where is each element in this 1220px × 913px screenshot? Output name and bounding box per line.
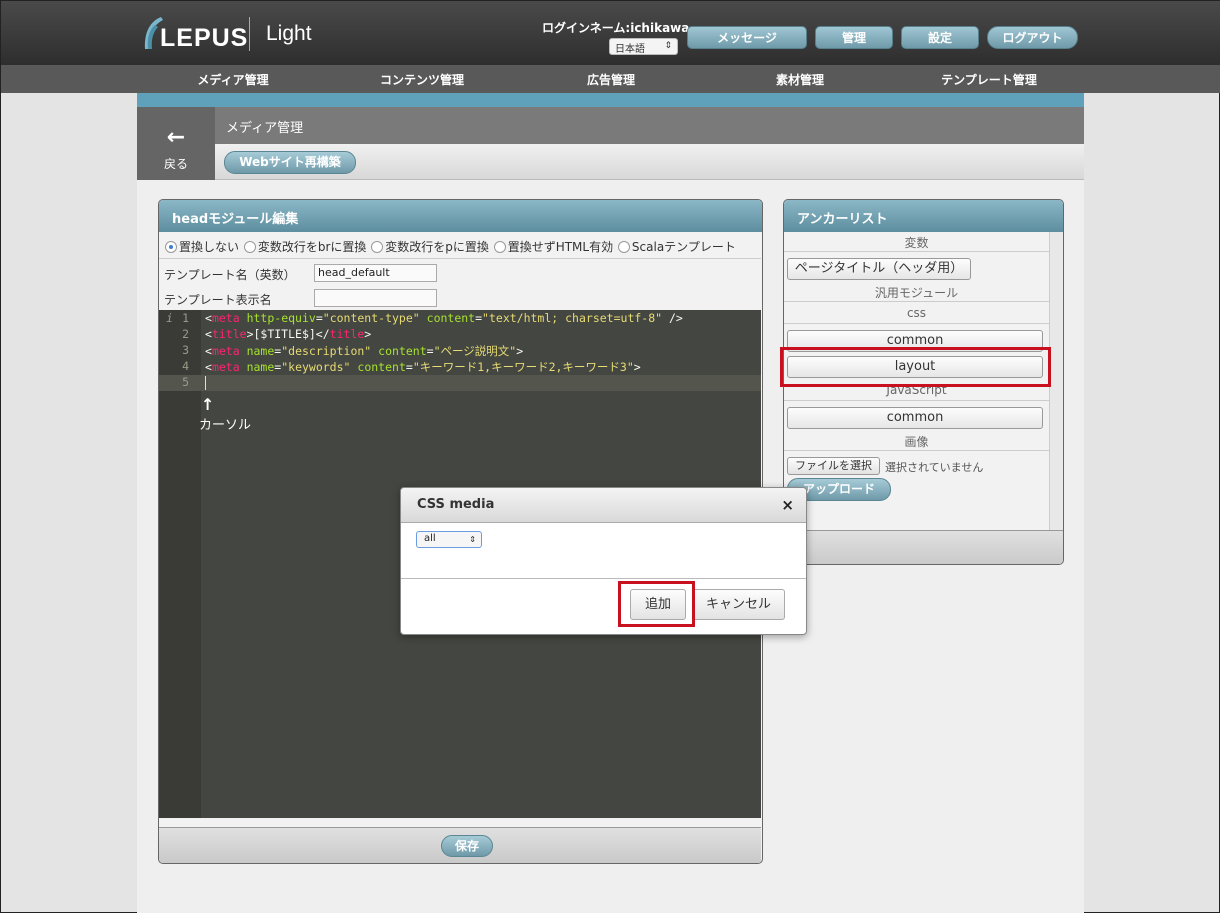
dialog-divider [401, 578, 806, 579]
radio-label: 変数改行をbrに置換 [257, 240, 367, 254]
anchor-panel-footer [784, 530, 1063, 564]
back-label: 戻る [163, 157, 188, 171]
radio-dot [165, 241, 177, 253]
product-name: Light [266, 22, 312, 45]
no-file-selected-text: 選択されていません [885, 461, 984, 474]
nav-item-templates[interactable]: テンプレート管理 [941, 71, 1037, 88]
nav-item-materials[interactable]: 素材管理 [776, 71, 824, 88]
code-line: 2 <title>[$TITLE$]</title> [159, 327, 761, 343]
line-number: 5 [182, 375, 189, 389]
main-nav: メディア管理 コンテンツ管理 広告管理 素材管理 テンプレート管理 [1, 65, 1220, 93]
back-arrow-icon: ← [166, 125, 186, 150]
radio-html-enabled[interactable]: 置換せずHTML有効 [493, 238, 614, 255]
nav-item-ads[interactable]: 広告管理 [587, 71, 635, 88]
select-arrows-icon: ⇕ [469, 535, 476, 544]
highlight-layout-box [780, 347, 1051, 387]
radio-p-replace[interactable]: 変数改行をpに置換 [371, 238, 489, 255]
editor-panel-footer: 保存 [159, 827, 761, 863]
template-display-name-label: テンプレート表示名 [164, 293, 272, 307]
radio-scala-template[interactable]: Scalaテンプレート [617, 238, 736, 255]
radio-dot [243, 241, 256, 253]
dialog-title: CSS media [401, 488, 806, 523]
highlight-add-box [618, 581, 695, 627]
sub-toolbar: Webサイト再構築 [215, 144, 1084, 180]
code-line: i 1 <meta http-equiv="content-type" conten… [159, 311, 761, 327]
logo-text: LEPUS [160, 24, 249, 52]
text-cursor [205, 376, 206, 390]
anchor-list-scrollbar[interactable] [1049, 232, 1063, 530]
messages-button[interactable]: メッセージ [687, 26, 807, 49]
template-name-label: テンプレート名（英数） [164, 268, 296, 282]
radio-br-replace[interactable]: 変数改行をbrに置換 [243, 238, 367, 255]
css-media-select[interactable]: all ⇕ [416, 531, 482, 548]
code-text: <meta name="keywords" content="キーワード1,キー… [205, 360, 641, 374]
modules-header: 汎用モジュール [784, 284, 1049, 302]
code-line: 4 <meta name="keywords" content="キーワード1,キ… [159, 359, 761, 375]
code-text: <title>[$TITLE$]</title> [205, 327, 372, 341]
images-header: 画像 [784, 433, 1049, 451]
js-common-button[interactable]: common [787, 407, 1043, 429]
line-number: 4 [182, 359, 189, 373]
line-number: 1 [182, 311, 189, 325]
nav-item-contents[interactable]: コンテンツ管理 [380, 71, 464, 88]
choose-file-button[interactable]: ファイルを選択 [787, 457, 880, 475]
page-title-anchor-button[interactable]: ページタイトル（ヘッダ用） [787, 258, 971, 280]
back-button[interactable]: ← 戻る [137, 107, 215, 180]
code-text: <meta http-equiv="content-type" content=… [205, 311, 683, 325]
radio-no-replace[interactable]: 置換しない [165, 238, 239, 255]
template-name-input[interactable]: head_default [314, 264, 437, 282]
radio-dot [617, 241, 630, 253]
language-select[interactable]: 日本語 ⇕ [609, 38, 678, 55]
breadcrumb: メディア管理 [215, 107, 1084, 144]
nav-item-media[interactable]: メディア管理 [197, 71, 268, 88]
line-number: 3 [182, 343, 189, 357]
logout-button[interactable]: ログアウト [987, 26, 1078, 49]
code-line-active: 5 [159, 375, 761, 391]
anchor-panel-title: アンカーリスト [784, 200, 1063, 232]
template-name-row: テンプレート名（英数） head_default [159, 261, 761, 286]
variables-header: 変数 [784, 234, 1049, 252]
editor-panel-title: headモジュール編集 [159, 200, 762, 232]
accent-bar [137, 93, 1084, 107]
radio-label: 置換しない [179, 240, 240, 254]
cancel-button[interactable]: キャンセル [692, 589, 785, 620]
radio-dot [493, 241, 506, 253]
login-name: ログインネーム:ichikawa [542, 21, 690, 35]
radio-label: Scalaテンプレート [631, 240, 736, 254]
admin-button[interactable]: 管理 [815, 26, 893, 49]
top-header: LEPUS Light ログインネーム:ichikawa 日本語 ⇕ メッセージ … [1, 1, 1220, 65]
replace-mode-radios: 置換しない 変数改行をbrに置換 変数改行をpに置換 置換せずHTML有効 Sc… [159, 232, 761, 259]
code-line: 3 <meta name="description" content="ページ説明… [159, 343, 761, 359]
radio-label: 置換せずHTML有効 [507, 240, 614, 254]
radio-label: 変数改行をpに置換 [385, 240, 489, 254]
select-arrows-icon: ⇕ [664, 41, 672, 51]
template-display-name-row: テンプレート表示名 [159, 286, 761, 311]
css-media-value: all [424, 533, 436, 544]
language-value: 日本語 [615, 44, 645, 55]
code-text: <meta name="description" content="ページ説明文… [205, 344, 524, 358]
cursor-annotation: ↑ カーソル [199, 395, 252, 434]
css-media-dialog: CSS media × all ⇕ 追加 キャンセル [400, 487, 807, 635]
css-header: css [784, 306, 1049, 324]
settings-button[interactable]: 設定 [901, 26, 979, 49]
template-display-name-input[interactable] [314, 289, 437, 307]
radio-dot [371, 241, 384, 253]
save-button[interactable]: 保存 [441, 835, 493, 857]
cursor-annotation-label: カーソル [199, 418, 252, 433]
line-number: 2 [182, 327, 189, 341]
up-arrow-icon: ↑ [201, 395, 215, 414]
rebuild-site-button[interactable]: Webサイト再構築 [224, 151, 356, 174]
logo-divider [249, 17, 250, 51]
close-icon[interactable]: × [781, 496, 794, 514]
